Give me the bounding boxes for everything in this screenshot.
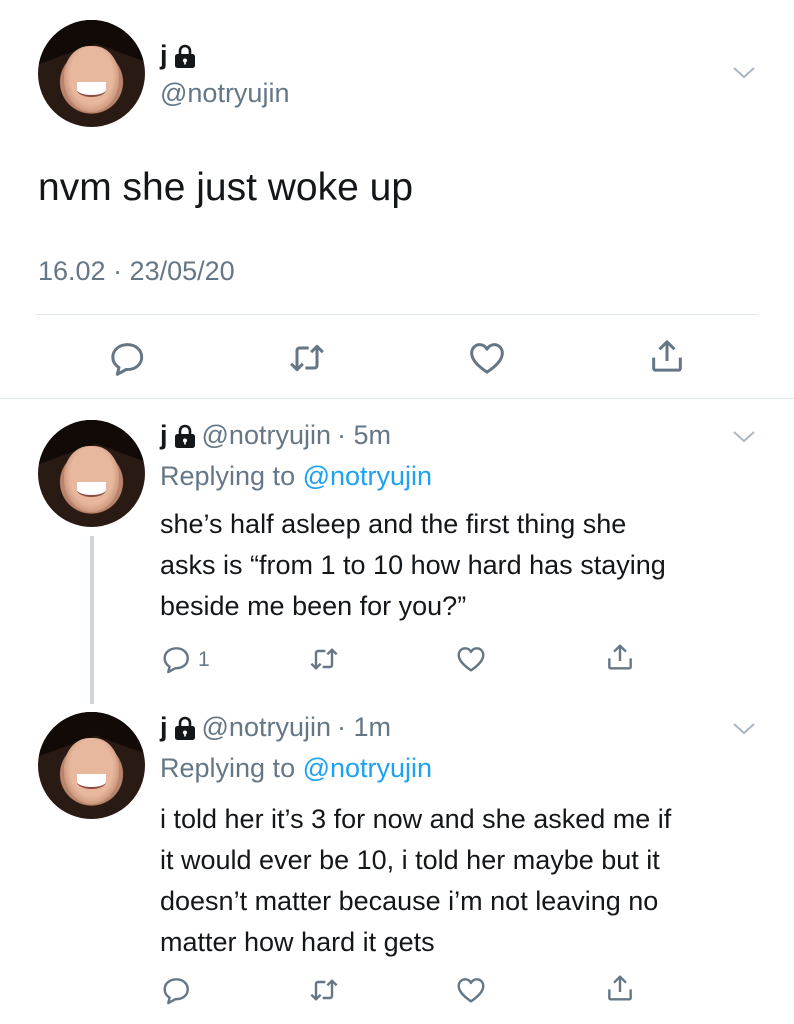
main-author-row: j <box>160 40 196 71</box>
heart-icon[interactable] <box>455 643 487 675</box>
reply-text: i told her it’s 3 for now and she asked … <box>160 799 671 963</box>
avatar-face <box>63 737 120 804</box>
avatar[interactable] <box>38 420 145 527</box>
share-icon[interactable] <box>647 336 687 376</box>
divider <box>0 398 794 399</box>
avatar[interactable] <box>38 20 145 127</box>
replying-to-handle[interactable]: @notryujin <box>303 461 432 491</box>
share-icon[interactable] <box>604 972 636 1004</box>
replying-to-label: Replying to <box>160 461 296 491</box>
lock-icon <box>174 424 196 448</box>
reply-time[interactable]: · 1m <box>337 712 391 743</box>
avatar-smile <box>76 482 107 497</box>
reply-text-line: matter how hard it gets <box>160 927 435 957</box>
tweet-timestamp[interactable]: 16.02 · 23/05/20 <box>38 256 235 287</box>
replying-to: Replying to @notryujin <box>160 456 432 497</box>
tweet-text: nvm she just woke up <box>38 166 414 209</box>
reply-text-line: it would ever be 10, i told her maybe bu… <box>160 845 660 875</box>
avatar[interactable] <box>38 712 145 819</box>
reply-icon[interactable] <box>107 338 147 378</box>
author-handle[interactable]: @notryujin <box>202 712 331 743</box>
display-name[interactable]: j <box>160 40 168 71</box>
replying-to-handle[interactable]: @notryujin <box>303 753 432 783</box>
retweet-icon[interactable] <box>308 974 340 1006</box>
reply-author-row: j @notryujin · 5m <box>160 420 391 451</box>
display-name[interactable]: j <box>160 420 168 451</box>
heart-icon[interactable] <box>467 338 507 378</box>
avatar-face <box>63 445 120 512</box>
reply-text-line: she’s half asleep and the first thing sh… <box>160 509 627 539</box>
reply-count: 1 <box>198 648 210 671</box>
display-name[interactable]: j <box>160 712 168 743</box>
reply-text-line: beside me been for you?” <box>160 591 467 621</box>
thread-line <box>90 536 94 704</box>
heart-icon[interactable] <box>455 974 487 1006</box>
chevron-down-icon[interactable] <box>732 722 756 736</box>
replying-to: Replying to @notryujin <box>160 748 432 789</box>
author-handle[interactable]: @notryujin <box>202 420 331 451</box>
retweet-icon[interactable] <box>308 643 340 675</box>
reply-author-row: j @notryujin · 1m <box>160 712 391 743</box>
reply-icon[interactable] <box>160 643 192 675</box>
lock-icon <box>174 716 196 740</box>
retweet-icon[interactable] <box>287 338 327 378</box>
avatar-face <box>63 45 120 112</box>
chevron-down-icon[interactable] <box>732 430 756 444</box>
lock-icon <box>174 44 196 68</box>
author-handle[interactable]: @notryujin <box>160 78 289 109</box>
avatar-smile <box>76 82 107 97</box>
divider <box>36 314 758 315</box>
reply-icon[interactable] <box>160 974 192 1006</box>
share-icon[interactable] <box>604 641 636 673</box>
reply-text-line: i told her it’s 3 for now and she asked … <box>160 804 672 834</box>
replying-to-label: Replying to <box>160 753 296 783</box>
reply-time[interactable]: · 5m <box>337 420 391 451</box>
reply-text: she’s half asleep and the first thing sh… <box>160 504 666 627</box>
avatar-smile <box>76 774 107 789</box>
reply-text-line: asks is “from 1 to 10 how hard has stayi… <box>160 550 666 580</box>
reply-text-line: doesn’t matter because i’m not leaving n… <box>160 886 659 916</box>
chevron-down-icon[interactable] <box>732 66 756 80</box>
